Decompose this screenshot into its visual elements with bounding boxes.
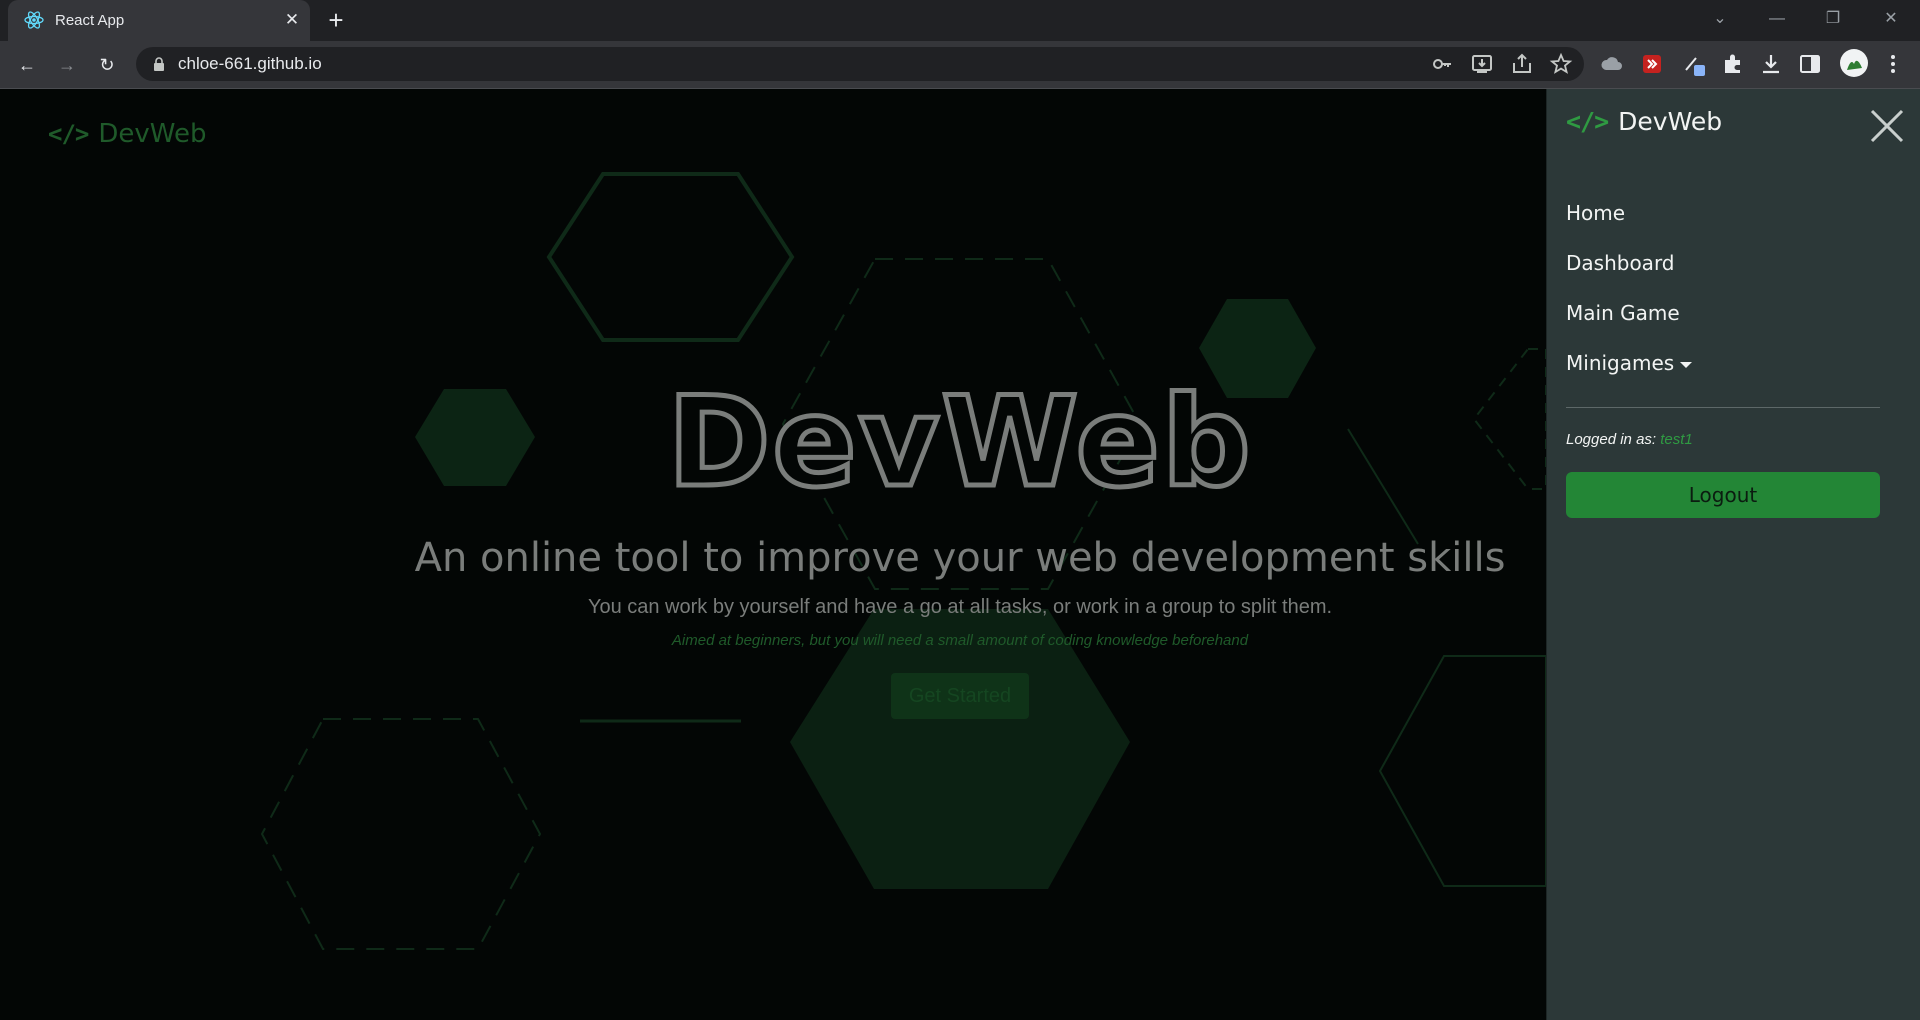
- nav-item-main-game[interactable]: Main Game: [1566, 301, 1680, 325]
- react-favicon-icon: [24, 11, 44, 29]
- hexagon-shape: [1378, 655, 1546, 887]
- browser-tab[interactable]: React App ✕: [8, 0, 310, 41]
- close-window-button[interactable]: ✕: [1876, 6, 1906, 32]
- hexagon-shape: [415, 389, 535, 486]
- get-started-button[interactable]: Get Started: [891, 673, 1029, 719]
- kebab-menu-icon[interactable]: [1880, 51, 1906, 77]
- pen-extension-icon[interactable]: [1681, 51, 1707, 77]
- install-icon[interactable]: [1470, 52, 1494, 76]
- minimize-window-button[interactable]: —: [1762, 6, 1792, 32]
- red-extension-icon[interactable]: [1639, 51, 1665, 77]
- username: test1: [1660, 431, 1693, 448]
- reload-button[interactable]: ↻: [92, 50, 122, 80]
- new-tab-button[interactable]: +: [322, 7, 350, 35]
- menu-divider: [1566, 407, 1880, 408]
- back-button[interactable]: ←: [12, 50, 42, 80]
- nav-item-dashboard[interactable]: Dashboard: [1566, 251, 1675, 275]
- hero-title: DevWeb: [665, 377, 1253, 507]
- close-menu-icon[interactable]: [1867, 106, 1907, 146]
- caret-down-icon: [1680, 361, 1693, 368]
- page-viewport: </> DevWeb DevWeb An online tool to impr…: [0, 89, 1920, 1020]
- nav-item-minigames-label: Minigames: [1566, 351, 1675, 375]
- background-line: [1347, 428, 1419, 545]
- hexagon-shape: [546, 172, 795, 342]
- address-bar[interactable]: chloe-661.github.io: [136, 47, 1584, 81]
- browser-toolbar: ← → ↻ chloe-661.github.io: [0, 41, 1920, 89]
- logged-in-label: Logged in as:: [1566, 431, 1657, 448]
- restore-window-button[interactable]: ❐: [1818, 6, 1848, 32]
- navbar-brand-text: DevWeb: [98, 119, 207, 149]
- tab-close-icon[interactable]: ✕: [282, 9, 302, 31]
- hexagon-shape: [1472, 348, 1546, 490]
- tab-title: React App: [55, 12, 125, 29]
- tab-search-dropdown-icon[interactable]: ⌄: [1705, 6, 1735, 32]
- code-brackets-icon: </>: [1566, 107, 1609, 136]
- hero-title-text: DevWeb: [667, 377, 1252, 507]
- share-icon[interactable]: [1510, 52, 1534, 76]
- forward-button[interactable]: →: [52, 50, 82, 80]
- side-menu: </> DevWeb Home Dashboard Main Game Mini…: [1546, 89, 1920, 1020]
- puzzle-icon[interactable]: [1720, 51, 1746, 77]
- cloud-extension-icon[interactable]: [1599, 51, 1625, 77]
- logged-in-status: Logged in as: test1: [1566, 431, 1693, 448]
- key-icon[interactable]: [1430, 52, 1454, 76]
- code-brackets-icon: </>: [48, 120, 89, 148]
- side-panel-icon[interactable]: [1797, 51, 1823, 77]
- nav-item-home[interactable]: Home: [1566, 201, 1625, 225]
- nav-item-minigames[interactable]: Minigames: [1566, 351, 1693, 375]
- side-menu-brand[interactable]: </> DevWeb: [1566, 107, 1722, 136]
- profile-avatar[interactable]: [1839, 48, 1869, 78]
- browser-tabstrip: React App ✕ + ⌄ — ❐ ✕: [0, 0, 1920, 41]
- url-text[interactable]: chloe-661.github.io: [178, 54, 322, 74]
- side-menu-brand-text: DevWeb: [1618, 107, 1723, 136]
- bookmark-star-icon[interactable]: [1549, 52, 1573, 76]
- lock-icon: [154, 57, 164, 71]
- navbar-brand[interactable]: </> DevWeb: [48, 119, 206, 149]
- hexagon-shape: [260, 718, 542, 950]
- hexagon-shape: [790, 609, 1130, 889]
- logout-button[interactable]: Logout: [1566, 472, 1880, 518]
- download-icon[interactable]: [1758, 51, 1784, 77]
